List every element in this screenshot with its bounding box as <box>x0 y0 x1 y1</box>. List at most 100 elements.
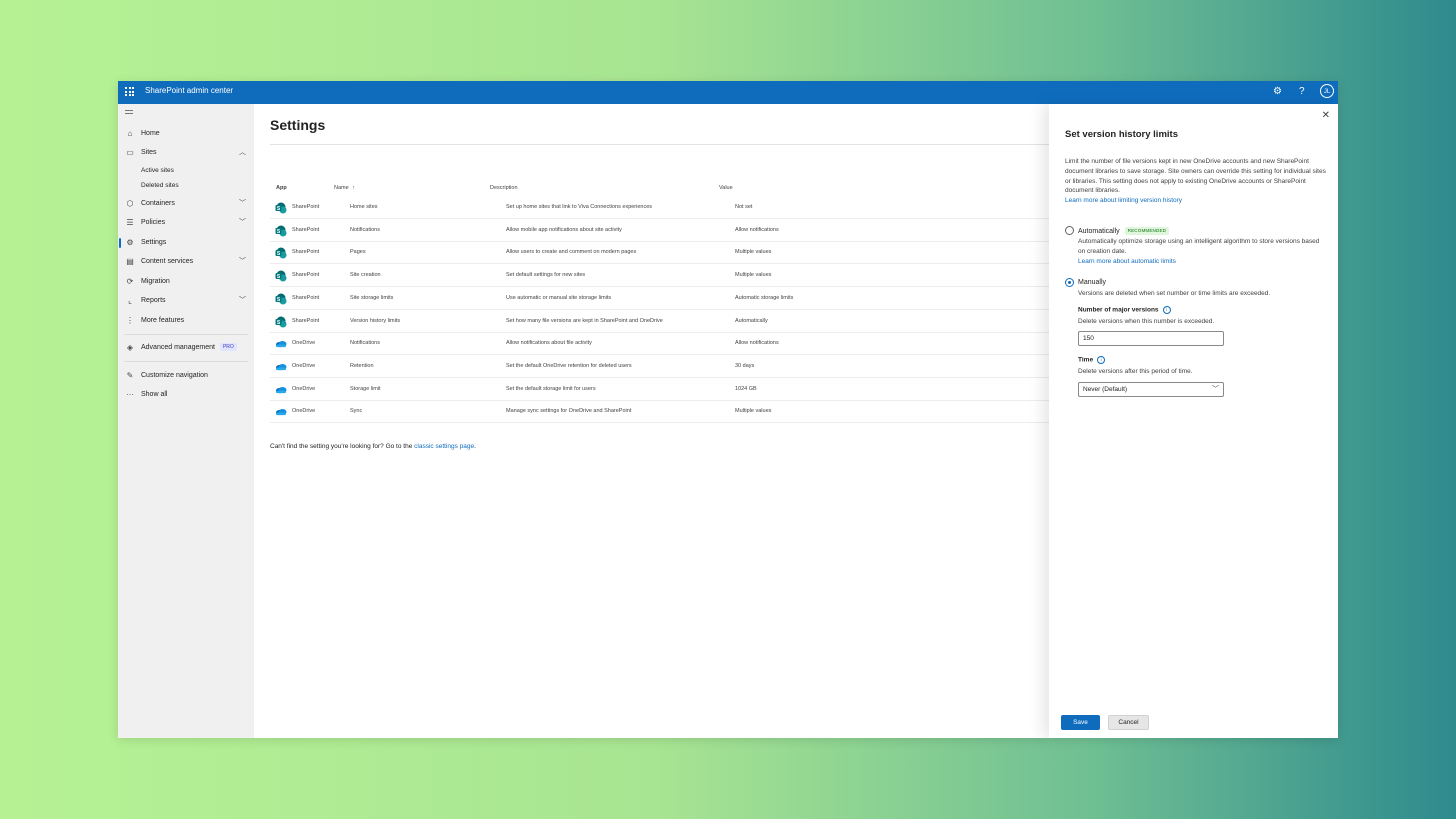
cell-name: Site storage limits <box>350 295 393 301</box>
home-icon: ⌂ <box>125 126 135 142</box>
table-row[interactable]: SSharePointNotificationsAllow mobile app… <box>270 219 1049 242</box>
cancel-button[interactable]: Cancel <box>1108 715 1149 730</box>
learn-more-version-history-link[interactable]: Learn more about limiting version histor… <box>1065 197 1182 204</box>
table-row[interactable]: SSharePointSite storage limitsUse automa… <box>270 287 1049 310</box>
cell-name: Site creation <box>350 272 381 278</box>
nav-divider <box>124 361 248 362</box>
major-versions-input[interactable]: 150 <box>1078 331 1224 346</box>
learn-more-automatic-limits-link[interactable]: Learn more about automatic limits <box>1078 258 1176 265</box>
time-select[interactable]: Never (Default) ﹀ <box>1078 382 1224 397</box>
app-title[interactable]: SharePoint admin center <box>145 86 233 95</box>
onedrive-icon <box>275 337 287 349</box>
cell-value: 1024 GB <box>735 386 757 392</box>
ellipsis-icon: ··· <box>125 387 135 403</box>
column-header-value[interactable]: Value <box>719 185 733 191</box>
sidebar-item-migration[interactable]: ⟳ Migration <box>118 274 254 290</box>
sidebar-item-containers[interactable]: ⬡ Containers ﹀ <box>118 196 254 212</box>
cell-name: Pages <box>350 249 366 255</box>
table-row[interactable]: SSharePointHome sitesSet up home sites t… <box>270 196 1049 219</box>
table-row[interactable]: OneDriveRetentionSet the default OneDriv… <box>270 355 1049 378</box>
table-row[interactable]: OneDriveSyncManage sync settings for One… <box>270 400 1049 423</box>
table-row[interactable]: SSharePointSite creationSet default sett… <box>270 264 1049 287</box>
cell-name: Retention <box>350 363 374 369</box>
chevron-down-icon: ﹀ <box>239 293 246 309</box>
time-select-value: Never (Default) <box>1083 386 1127 393</box>
radio-automatically[interactable] <box>1065 226 1074 235</box>
sharepoint-icon: S <box>275 201 287 213</box>
close-icon[interactable]: ✕ <box>1322 110 1330 121</box>
sidebar-item-sites[interactable]: ▭ Sites ︿ <box>118 145 254 161</box>
sidebar-item-label: Advanced management <box>141 344 215 351</box>
sharepoint-icon: S <box>275 224 287 236</box>
sharepoint-icon: S <box>275 246 287 258</box>
sidebar-item-deleted-sites[interactable]: Deleted sites <box>141 182 179 189</box>
column-header-description[interactable]: Description <box>490 185 518 191</box>
nav-divider <box>124 334 248 335</box>
footer-period: . <box>474 443 476 450</box>
recommended-badge: RECOMMENDED <box>1125 227 1169 235</box>
option-manually-description: Versions are deleted when set number or … <box>1078 289 1328 299</box>
sort-ascending-icon: ↑ <box>352 185 355 191</box>
sidebar-item-home[interactable]: ⌂ Home <box>118 126 254 142</box>
gear-icon[interactable]: ⚙ <box>1273 85 1282 99</box>
column-header-app[interactable]: App <box>276 185 287 191</box>
field-label-text: Number of major versions <box>1078 307 1159 314</box>
migration-icon: ⟳ <box>125 274 135 290</box>
sidebar: ⌂ Home ▭ Sites ︿ Active sites Deleted si… <box>118 104 254 738</box>
sites-icon: ▭ <box>125 145 135 161</box>
option-label-text: Automatically <box>1078 228 1120 235</box>
footer-text: Can't find the setting you're looking fo… <box>270 443 412 450</box>
save-button[interactable]: Save <box>1061 715 1100 730</box>
option-automatically-description: Automatically optimize storage using an … <box>1078 237 1328 266</box>
option-automatically-label[interactable]: Automatically RECOMMENDED <box>1078 227 1169 235</box>
admin-window: SharePoint admin center ⚙ ? JL ⌂ Home ▭ … <box>118 81 1338 738</box>
cell-app: SharePoint <box>292 272 319 278</box>
cell-app: OneDrive <box>292 408 315 414</box>
sidebar-item-advanced-management[interactable]: ◈ Advanced managementPRO <box>118 340 254 356</box>
column-header-name[interactable]: Name ↑ <box>334 185 355 191</box>
sidebar-item-content-services[interactable]: ▤ Content services ﹀ <box>118 254 254 270</box>
help-icon[interactable]: ? <box>1299 85 1305 99</box>
info-icon[interactable]: i <box>1163 306 1171 314</box>
sidebar-item-policies[interactable]: ☰ Policies ﹀ <box>118 215 254 231</box>
cell-value: Allow notifications <box>735 340 779 346</box>
sidebar-item-active-sites[interactable]: Active sites <box>141 167 174 174</box>
table-row[interactable]: SSharePointVersion history limitsSet how… <box>270 310 1049 333</box>
sidebar-item-reports[interactable]: ⌞ Reports ﹀ <box>118 293 254 309</box>
cell-name: Home sites <box>350 204 378 210</box>
cell-value: 30 days <box>735 363 754 369</box>
cell-value: Allow notifications <box>735 227 779 233</box>
content-services-icon: ▤ <box>125 254 135 270</box>
cell-description: Set the default storage limit for users <box>506 386 596 392</box>
table-row[interactable]: OneDriveNotificationsAllow notifications… <box>270 332 1049 355</box>
collapse-nav-icon[interactable] <box>125 110 133 116</box>
cell-name: Version history limits <box>350 318 400 324</box>
table-row[interactable]: OneDriveStorage limitSet the default sto… <box>270 378 1049 401</box>
cell-description: Allow notifications about file activity <box>506 340 592 346</box>
sidebar-item-show-all[interactable]: ··· Show all <box>118 387 254 403</box>
sharepoint-icon: S <box>275 315 287 327</box>
table-row[interactable]: SSharePointPagesAllow users to create an… <box>270 241 1049 264</box>
gear-icon: ⚙ <box>125 235 135 251</box>
classic-settings-link[interactable]: classic settings page <box>414 443 474 450</box>
pencil-icon: ✎ <box>125 368 135 384</box>
onedrive-icon <box>275 360 287 372</box>
cell-name: Storage limit <box>350 386 381 392</box>
option-manually-label[interactable]: Manually <box>1078 279 1106 286</box>
app-launcher-icon[interactable] <box>125 87 134 96</box>
panel-description: Limit the number of file versions kept i… <box>1065 157 1327 206</box>
cell-value: Multiple values <box>735 272 771 278</box>
info-icon[interactable]: i <box>1097 356 1105 364</box>
sidebar-item-customize-navigation[interactable]: ✎ Customize navigation <box>118 368 254 384</box>
avatar[interactable]: JL <box>1320 84 1334 98</box>
cell-app: OneDrive <box>292 363 315 369</box>
time-hint: Delete versions after this period of tim… <box>1078 368 1193 375</box>
radio-manually[interactable] <box>1065 278 1074 287</box>
cell-name: Notifications <box>350 227 380 233</box>
sidebar-item-settings[interactable]: ⚙ Settings <box>118 235 254 251</box>
panel-title: Set version history limits <box>1065 129 1178 140</box>
cell-description: Set up home sites that link to Viva Conn… <box>506 204 652 210</box>
sidebar-item-more-features[interactable]: ⋮ More features <box>118 313 254 329</box>
sharepoint-icon: S <box>275 292 287 304</box>
footer-note: Can't find the setting you're looking fo… <box>270 443 476 450</box>
